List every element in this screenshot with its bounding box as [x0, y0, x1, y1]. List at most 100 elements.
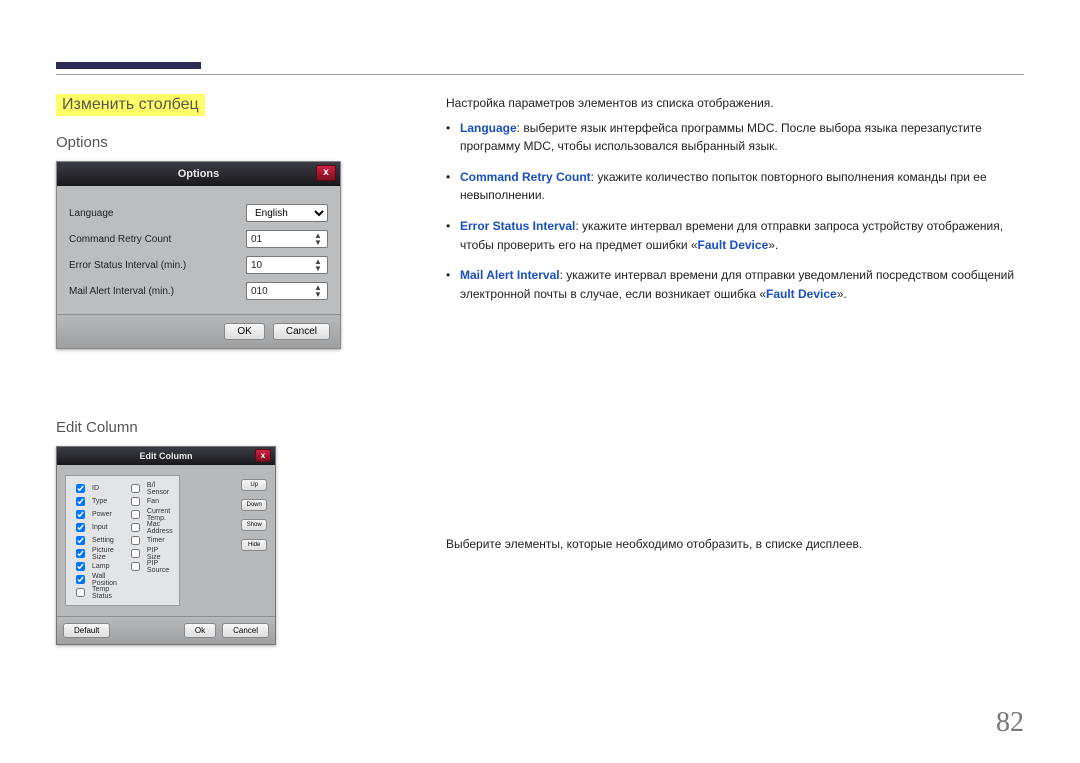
options-dialog-title: Options: [178, 168, 220, 180]
language-select[interactable]: English: [246, 204, 328, 222]
column-checkbox-row[interactable]: Type: [72, 495, 117, 508]
edit-column-footer: Default Ok Cancel: [57, 616, 275, 644]
column-checkbox-row[interactable]: Setting: [72, 534, 117, 547]
right-column: Настройка параметров элементов из списка…: [446, 94, 1024, 645]
column-checkbox[interactable]: [131, 536, 140, 545]
column-checkbox-row[interactable]: Mac Address: [127, 521, 173, 534]
retry-label: Command Retry Count: [69, 234, 171, 245]
column-checkbox[interactable]: [76, 536, 85, 545]
up-button[interactable]: Up: [241, 479, 267, 491]
column-checkbox-label: B/l Sensor: [147, 482, 173, 496]
options-dialog-titlebar: Options x: [57, 162, 340, 186]
bullet-key: Mail Alert Interval: [460, 268, 560, 282]
column-checkbox-label: Input: [92, 524, 108, 531]
column-checkbox[interactable]: [131, 562, 140, 571]
edit-column-desc: Выберите элементы, которые необходимо от…: [446, 535, 1024, 554]
column-checkbox-label: PIP Size: [147, 547, 173, 561]
options-bullets: Language: выберите язык интерфейса прогр…: [446, 119, 1024, 304]
cancel-button[interactable]: Cancel: [222, 623, 269, 638]
retry-stepper[interactable]: 01▲▼: [246, 230, 328, 248]
header-accent-bar: [56, 62, 201, 69]
options-bullet: Command Retry Count: укажите количество …: [446, 168, 1024, 205]
column-checkbox-label: Setting: [92, 537, 114, 544]
column-checkbox-label: PIP Source: [147, 560, 173, 574]
column-checkbox-row[interactable]: Picture Size: [72, 547, 117, 560]
edit-column-titlebar: Edit Column x: [57, 447, 275, 465]
column-checkbox-label: Type: [92, 498, 107, 505]
column-checkbox[interactable]: [76, 484, 85, 493]
show-button[interactable]: Show: [241, 519, 267, 531]
column-checkbox-row[interactable]: Current Temp.: [127, 508, 173, 521]
reorder-buttons: Up Down Show Hide: [241, 475, 267, 606]
column-checkbox-row[interactable]: Temp Status: [72, 586, 117, 599]
close-icon[interactable]: x: [316, 165, 336, 181]
down-button[interactable]: Down: [241, 499, 267, 511]
column-checkbox-row[interactable]: Wall Position: [72, 573, 117, 586]
content-columns: Изменить столбец Options Options x Langu…: [56, 56, 1024, 645]
cancel-button[interactable]: Cancel: [273, 323, 330, 340]
column-checkbox[interactable]: [131, 497, 140, 506]
options-bullet: Error Status Interval: укажите интервал …: [446, 217, 1024, 254]
bullet-key: Command Retry Count: [460, 170, 591, 184]
page-number: 82: [996, 707, 1024, 739]
column-checkbox-row[interactable]: ID: [72, 482, 117, 495]
column-checkbox[interactable]: [131, 510, 140, 519]
bullet-key: Language: [460, 121, 517, 135]
column-checkbox-row[interactable]: Lamp: [72, 560, 117, 573]
section-title: Изменить столбец: [56, 94, 205, 116]
edit-column-heading: Edit Column: [56, 419, 346, 436]
column-checkbox[interactable]: [76, 510, 85, 519]
options-intro: Настройка параметров элементов из списка…: [446, 94, 1024, 113]
options-bullet: Mail Alert Interval: укажите интервал вр…: [446, 266, 1024, 303]
column-list: ID Type Power Input Setting Picture Size Lamp W…: [65, 475, 180, 606]
column-checkbox[interactable]: [76, 549, 85, 558]
column-checkbox[interactable]: [76, 497, 85, 506]
column-checkbox-row[interactable]: PIP Source: [127, 560, 173, 573]
options-bullet: Language: выберите язык интерфейса прогр…: [446, 119, 1024, 156]
column-checkbox-label: Power: [92, 511, 112, 518]
column-checkbox[interactable]: [131, 523, 140, 532]
column-checkbox[interactable]: [131, 549, 140, 558]
column-checkbox-label: Timer: [147, 537, 165, 544]
mail-interval-label: Mail Alert Interval (min.): [69, 286, 174, 297]
column-checkbox-label: Mac Address: [147, 521, 173, 535]
column-checkbox[interactable]: [131, 484, 140, 493]
error-interval-label: Error Status Interval (min.): [69, 260, 186, 271]
column-checkbox-row[interactable]: Timer: [127, 534, 173, 547]
column-checkbox-row[interactable]: B/l Sensor: [127, 482, 173, 495]
default-button[interactable]: Default: [63, 623, 110, 638]
column-checkbox-label: Picture Size: [92, 547, 117, 561]
edit-column-body: ID Type Power Input Setting Picture Size Lamp W…: [57, 465, 275, 616]
column-checkbox-row[interactable]: Power: [72, 508, 117, 521]
close-icon[interactable]: x: [255, 449, 271, 462]
fault-device-term: Fault Device: [766, 287, 837, 301]
options-dialog: Options x Language English Command Retry…: [56, 161, 341, 349]
column-checkbox-row[interactable]: Fan: [127, 495, 173, 508]
column-checkbox[interactable]: [76, 575, 85, 584]
error-interval-stepper[interactable]: 10▲▼: [246, 256, 328, 274]
ok-button[interactable]: Ok: [184, 623, 216, 638]
column-checkbox-label: Wall Position: [92, 573, 117, 587]
options-heading: Options: [56, 134, 346, 151]
column-checkbox-label: Lamp: [92, 563, 110, 570]
column-checkbox[interactable]: [76, 523, 85, 532]
column-checkbox-label: ID: [92, 485, 99, 492]
column-checkbox-label: Temp Status: [92, 586, 117, 600]
options-dialog-footer: OK Cancel: [57, 314, 340, 348]
edit-column-dialog: Edit Column x ID Type Power Input Setting Pic…: [56, 446, 276, 645]
bullet-key: Error Status Interval: [460, 219, 575, 233]
options-dialog-body: Language English Command Retry Count 01▲…: [57, 186, 340, 314]
column-checkbox-row[interactable]: PIP Size: [127, 547, 173, 560]
column-checkbox-label: Current Temp.: [147, 508, 173, 522]
mail-interval-stepper[interactable]: 010▲▼: [246, 282, 328, 300]
ok-button[interactable]: OK: [224, 323, 264, 340]
hide-button[interactable]: Hide: [241, 539, 267, 551]
column-checkbox[interactable]: [76, 562, 85, 571]
column-checkbox-row[interactable]: Input: [72, 521, 117, 534]
edit-column-title: Edit Column: [140, 451, 193, 461]
left-column: Изменить столбец Options Options x Langu…: [56, 94, 346, 645]
column-checkbox-label: Fan: [147, 498, 159, 505]
fault-device-term: Fault Device: [698, 238, 769, 252]
column-checkbox[interactable]: [76, 588, 85, 597]
header-rule: [56, 74, 1024, 75]
